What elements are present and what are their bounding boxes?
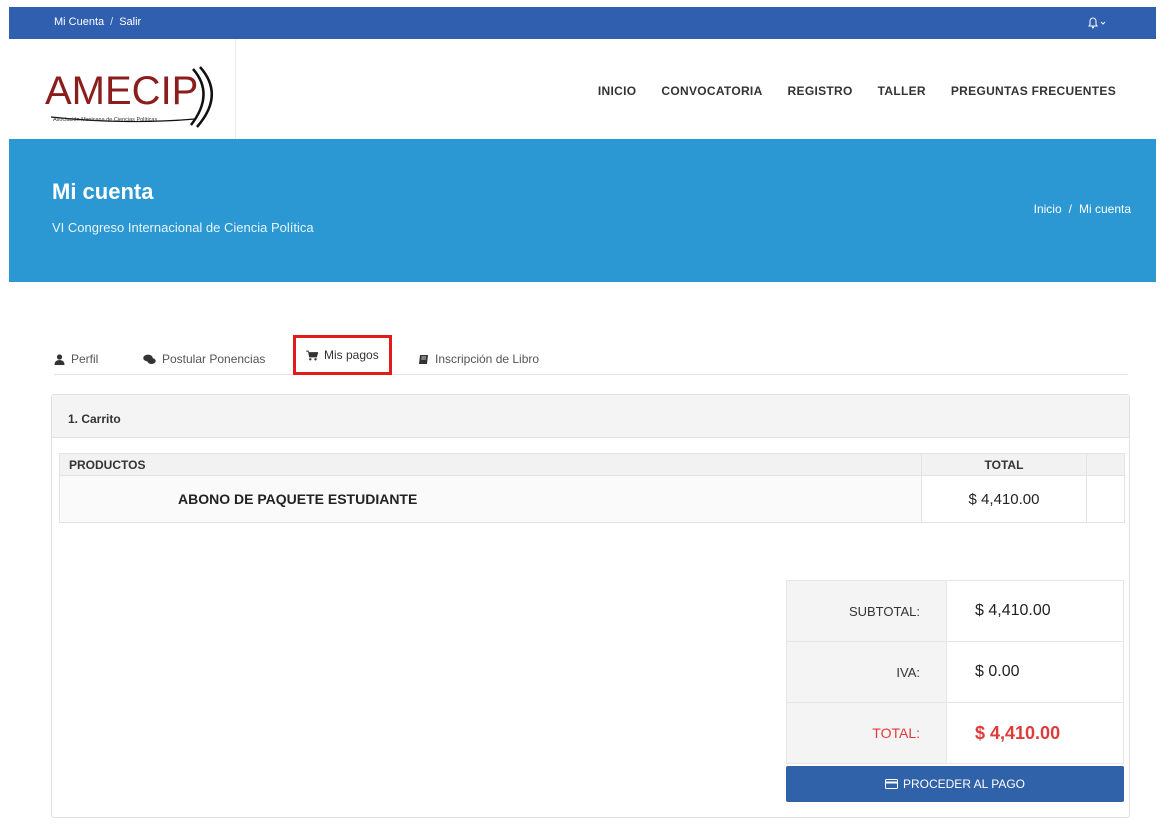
subtotal-value: $ 4,410.00 — [946, 580, 1124, 642]
subtotal-label: SUBTOTAL: — [786, 580, 947, 642]
tab-perfil[interactable]: Perfil — [54, 343, 98, 375]
nav-item-preguntas-frecuentes[interactable]: PREGUNTAS FRECUENTES — [951, 84, 1116, 98]
product-name: ABONO DE PAQUETE ESTUDIANTE — [59, 475, 922, 523]
total-label: TOTAL: — [786, 702, 947, 764]
top-bar: Mi Cuenta / Salir — [9, 7, 1156, 39]
nav-item-inicio[interactable]: INICIO — [598, 84, 636, 98]
breadcrumb: Inicio / Mi cuenta — [1034, 202, 1131, 216]
subtotal-row: SUBTOTAL: $ 4,410.00 — [786, 580, 1124, 642]
tab-mis-pagos[interactable]: Mis pagos — [293, 335, 392, 375]
amecip-logo[interactable]: AMECIP Asociación Mexicana de Ciencias P… — [45, 59, 225, 139]
products-table: PRODUCTOS TOTAL ABONO DE PAQUETE ESTUDIA… — [59, 453, 1125, 523]
tax-row: IVA: $ 0.00 — [786, 641, 1124, 703]
totals-table: SUBTOTAL: $ 4,410.00 IVA: $ 0.00 TOTAL: … — [786, 580, 1124, 764]
account-tabs: Perfil Postular Ponencias Mis pagos Insc… — [54, 335, 1128, 375]
site-header: AMECIP Asociación Mexicana de Ciencias P… — [9, 39, 1156, 139]
book-icon — [419, 354, 428, 364]
nav-item-registro[interactable]: REGISTRO — [788, 84, 853, 98]
page: Mi Cuenta / Salir AMECIP Asociación Mexica… — [9, 7, 1156, 836]
comments-icon — [143, 354, 156, 364]
logo-arcs — [50, 66, 214, 128]
breadcrumb-separator: / — [1068, 202, 1072, 216]
tab-inscripcion-libro[interactable]: Inscripción de Libro — [418, 343, 539, 375]
topbar-separator: / — [110, 16, 114, 28]
row-action-cell — [1086, 475, 1125, 523]
tax-value: $ 0.00 — [946, 641, 1124, 703]
bell-icon — [1088, 17, 1106, 29]
table-row: ABONO DE PAQUETE ESTUDIANTE $ 4,410.00 — [59, 475, 1125, 523]
credit-card-icon — [884, 779, 898, 789]
tax-label: IVA: — [786, 641, 947, 703]
notifications-menu[interactable] — [1084, 14, 1108, 32]
cart-panel: 1. Carrito PRODUCTOS TOTAL ABONO DE PAQU… — [51, 394, 1130, 818]
column-total: TOTAL — [921, 453, 1087, 476]
cart-step-title: 1. Carrito — [52, 395, 1129, 438]
tab-inscripcion-libro-label: Inscripción de Libro — [435, 352, 540, 366]
account-links: Mi Cuenta / Salir — [54, 16, 141, 28]
tab-perfil-label: Perfil — [71, 352, 99, 366]
proceed-to-payment-button[interactable]: PROCEDER AL PAGO — [786, 766, 1124, 802]
proceed-to-payment-label: PROCEDER AL PAGO — [902, 777, 1026, 791]
nav-item-convocatoria[interactable]: CONVOCATORIA — [661, 84, 762, 98]
column-action — [1086, 453, 1125, 476]
user-icon — [54, 353, 65, 365]
total-value: $ 4,410.00 — [946, 702, 1124, 764]
page-hero: Mi cuenta VI Congreso Internacional de C… — [9, 139, 1156, 282]
tab-mis-pagos-label: Mis pagos — [324, 348, 379, 362]
cart-icon — [306, 350, 318, 360]
breadcrumb-home[interactable]: Inicio — [1034, 202, 1062, 216]
my-account-link[interactable]: Mi Cuenta — [54, 16, 104, 28]
table-header-row: PRODUCTOS TOTAL — [59, 453, 1125, 476]
tab-postular-ponencias-label: Postular Ponencias — [162, 352, 266, 366]
main-nav: INICIO CONVOCATORIA REGISTRO TALLER PREG… — [598, 84, 1116, 98]
tab-postular-ponencias[interactable]: Postular Ponencias — [143, 343, 265, 375]
page-title: Mi cuenta — [52, 179, 154, 204]
total-row: TOTAL: $ 4,410.00 — [786, 702, 1124, 764]
logo-tagline: Asociación Mexicana de Ciencias Política… — [53, 117, 158, 123]
header-divider — [235, 39, 236, 139]
nav-item-taller[interactable]: TALLER — [878, 84, 926, 98]
breadcrumb-current: Mi cuenta — [1078, 202, 1131, 216]
page-subtitle: VI Congreso Internacional de Ciencia Pol… — [52, 220, 314, 235]
product-amount: $ 4,410.00 — [921, 475, 1087, 523]
column-products: PRODUCTOS — [59, 453, 922, 476]
logout-link[interactable]: Salir — [119, 16, 141, 28]
